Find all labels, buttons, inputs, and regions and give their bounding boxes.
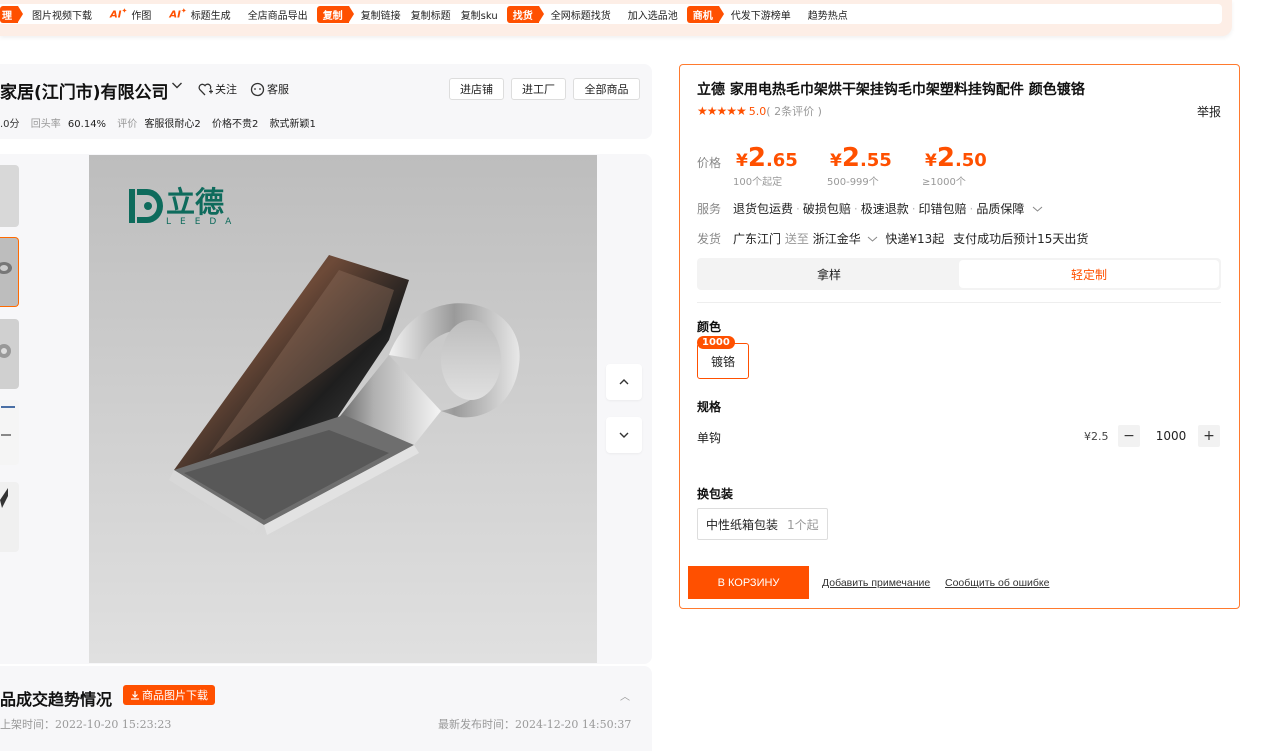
latest-publish-time: 最新发布时间：2024-12-20 14:50:37 bbox=[438, 718, 632, 731]
follow-label: 关注 bbox=[215, 83, 237, 96]
add-pool-link[interactable]: 加入选品池 bbox=[628, 7, 678, 22]
trend-section: 品成交趋势情况 商品图片下载 ︿ 上架时间：2022-10-20 15:23:2… bbox=[0, 666, 652, 751]
ai-title-gen-link[interactable]: 标题生成 bbox=[191, 7, 231, 22]
report-error-link[interactable]: Сообщить об ошибке bbox=[945, 577, 1049, 589]
pack-option[interactable]: 中性纸箱包装 1个起 bbox=[697, 508, 828, 540]
heart-plus-icon bbox=[198, 83, 213, 95]
purchase-mode-switch: 拿样 轻定制 bbox=[697, 258, 1221, 290]
trend-hot-link[interactable]: 趋势热点 bbox=[808, 7, 848, 22]
ai-logo-2: AI✦ bbox=[169, 7, 187, 21]
color-title: 颜色 bbox=[697, 320, 722, 334]
product-title: 立德 家用电热毛巾架烘干架挂钩毛巾架塑料挂钩配件 颜色镀铬 bbox=[697, 82, 1085, 98]
qty-decrease-button[interactable]: − bbox=[1118, 425, 1140, 447]
copy-sku-link[interactable]: 复制sku bbox=[461, 7, 498, 22]
chevron-down-icon bbox=[619, 432, 629, 438]
price-tier-2: ¥2.55 bbox=[830, 143, 892, 173]
ai-logo-1: AI✦ bbox=[110, 7, 128, 21]
price-tier-3: ¥2.50 bbox=[925, 143, 987, 173]
store-stats: .0分 回头率 60.14% 评价 客服很耐心2 价格不贵2 款式新颖1 bbox=[0, 115, 316, 130]
chevron-up-icon bbox=[619, 379, 629, 385]
chevron-down-icon bbox=[1032, 206, 1043, 212]
download-label: 商品图片下载 bbox=[142, 689, 208, 702]
product-info-panel: 立德 家用电热毛巾架烘干架挂钩毛巾架塑料挂钩配件 颜色镀铬 ★★★★★ 5.0 … bbox=[679, 64, 1240, 609]
price-label: 价格 bbox=[697, 156, 722, 170]
trend-title: 品成交趋势情况 bbox=[0, 690, 113, 709]
plugin-toolbar: 理 图片视频下载 AI✦ 作图 AI✦ 标题生成 全店商品导出 复制 复制链接 … bbox=[0, 4, 1222, 24]
tag-opportunity: 商机 bbox=[686, 5, 724, 23]
listed-time: 上架时间：2022-10-20 15:23:23 bbox=[0, 718, 172, 731]
review-count: ( 2条评价 ) bbox=[766, 105, 822, 118]
service-label: 服务 bbox=[697, 202, 722, 216]
follow-button[interactable]: 关注 bbox=[198, 81, 237, 97]
store-score: .0分 bbox=[0, 119, 20, 130]
brand-logo: 立德 LEEDA bbox=[127, 187, 240, 227]
gallery-down-button[interactable] bbox=[606, 417, 642, 453]
chevron-down-icon[interactable] bbox=[867, 235, 878, 243]
ship-destination[interactable]: 浙江金华 bbox=[813, 232, 861, 246]
shipping-info: 广东江门 送至 浙江金华 快递¥13起 支付成功后预计15天出货 bbox=[733, 232, 1089, 246]
copy-title-link[interactable]: 复制标题 bbox=[411, 7, 451, 22]
mode-sample-tab[interactable]: 拿样 bbox=[699, 260, 959, 288]
add-to-cart-button[interactable]: В КОРЗИНУ bbox=[688, 566, 809, 599]
quantity-input[interactable]: 1000 bbox=[1146, 425, 1196, 447]
color-qty-badge: 1000 bbox=[697, 336, 735, 349]
find-by-title-link[interactable]: 全网标题找货 bbox=[551, 7, 611, 22]
pack-title: 换包装 bbox=[697, 487, 734, 501]
price-tier-1-range: 100个起定 bbox=[733, 177, 783, 188]
rating-value: 5.0 bbox=[748, 104, 767, 118]
tag-find: 找货 bbox=[506, 5, 544, 23]
gallery-up-button[interactable] bbox=[606, 364, 642, 400]
review-tag: 款式新颖1 bbox=[269, 119, 316, 130]
tag-copy: 复制 bbox=[316, 5, 354, 23]
thumbnail[interactable] bbox=[0, 165, 19, 227]
store-name[interactable]: 家居(江门市)有限公司 bbox=[0, 78, 169, 103]
spec-price: ¥2.5 bbox=[1084, 430, 1109, 443]
copy-link[interactable]: 复制链接 bbox=[361, 7, 401, 22]
all-products-button[interactable]: 全部商品 bbox=[573, 78, 640, 100]
repurchase-value: 60.14% bbox=[67, 119, 107, 130]
price-tier-2-range: 500-999个 bbox=[827, 177, 879, 188]
spec-title: 规格 bbox=[697, 400, 722, 414]
rating-stars-icon: ★★★★★ bbox=[697, 104, 747, 118]
brand-text: 立德 bbox=[166, 185, 225, 219]
ship-label: 发货 bbox=[697, 232, 722, 246]
report-link[interactable]: 举报 bbox=[1197, 103, 1221, 120]
img-video-download-link[interactable]: 图片视频下载 bbox=[32, 7, 92, 22]
thumbnail[interactable] bbox=[0, 400, 19, 465]
divider bbox=[697, 302, 1221, 303]
review-label: 评价 bbox=[117, 119, 138, 130]
image-download-button[interactable]: 商品图片下载 bbox=[123, 685, 215, 705]
enter-factory-button[interactable]: 进工厂 bbox=[511, 78, 566, 100]
chevron-down-icon[interactable] bbox=[171, 79, 183, 95]
enter-store-button[interactable]: 进店铺 bbox=[449, 78, 504, 100]
customer-service-button[interactable]: 客服 bbox=[250, 81, 289, 97]
store-header: 家居(江门市)有限公司 关注 客服 进店铺 进工厂 全部商品 .0分 回头率 6… bbox=[0, 64, 652, 139]
export-all-link[interactable]: 全店商品导出 bbox=[248, 7, 308, 22]
plugin-toolbar-bg: 理 图片视频下载 AI✦ 作图 AI✦ 标题生成 全店商品导出 复制 复制链接 … bbox=[0, 0, 1232, 36]
thumbnail-active[interactable] bbox=[0, 237, 19, 307]
thumbnail[interactable] bbox=[0, 319, 19, 389]
thumbnail[interactable] bbox=[0, 482, 19, 552]
ai-draw-link[interactable]: 作图 bbox=[131, 7, 151, 22]
collapse-icon[interactable]: ︿ bbox=[620, 688, 630, 703]
spec-name: 单钩 bbox=[697, 431, 722, 445]
download-icon bbox=[131, 691, 139, 700]
review-tag: 价格不贵2 bbox=[212, 119, 259, 130]
repurchase-label: 回头率 bbox=[30, 119, 61, 130]
mode-custom-tab[interactable]: 轻定制 bbox=[959, 260, 1219, 288]
main-product-image[interactable]: 立德 LEEDA bbox=[89, 155, 597, 663]
add-note-link[interactable]: Добавить примечание bbox=[822, 577, 930, 589]
qty-increase-button[interactable]: + bbox=[1198, 425, 1220, 447]
tag-manage: 理 bbox=[0, 5, 23, 23]
brand-sub: LEEDA bbox=[166, 217, 241, 227]
service-list[interactable]: 退货包运费 · 破损包赔 · 极速退款 · 印错包赔 · 品质保障 bbox=[733, 200, 1043, 217]
chat-bubble-icon bbox=[250, 82, 265, 96]
service-label: 客服 bbox=[267, 83, 289, 96]
brand-mark-icon bbox=[129, 189, 163, 223]
dropship-rank-link[interactable]: 代发下游榜单 bbox=[731, 7, 791, 22]
price-tier-1: ¥2.65 bbox=[736, 143, 798, 173]
product-rating[interactable]: ★★★★★ 5.0 ( 2条评价 ) bbox=[697, 103, 822, 119]
review-tag: 客服很耐心2 bbox=[144, 119, 201, 130]
price-tier-3-range: ≥1000个 bbox=[922, 177, 966, 188]
